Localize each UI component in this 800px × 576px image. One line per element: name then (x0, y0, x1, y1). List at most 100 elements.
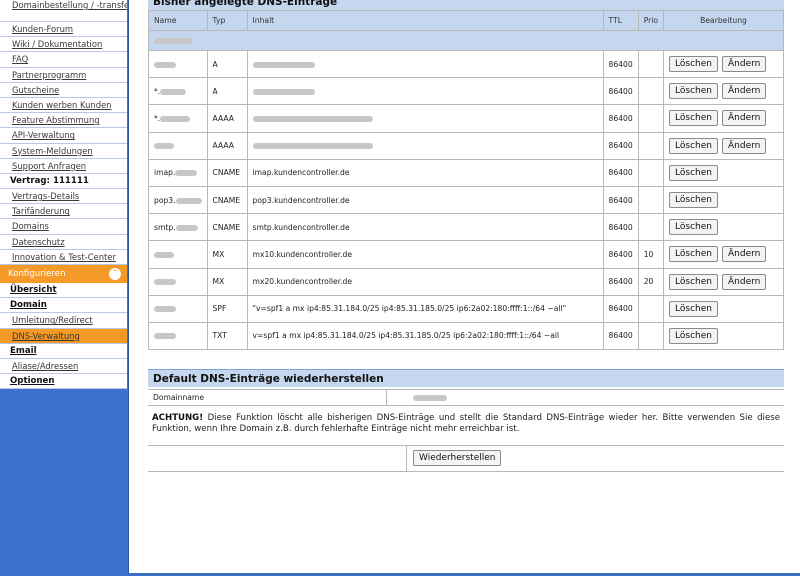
delete-button[interactable]: Löschen (669, 56, 718, 73)
sidebar-item-domain-order[interactable]: Domainbestellung / -transfer (0, 0, 127, 22)
sidebar-item-forum[interactable]: Kunden-Forum (0, 22, 127, 38)
sidebar-item-faq[interactable]: FAQ (0, 52, 127, 68)
edit-button[interactable]: Ändern (722, 137, 767, 154)
record-ttl-text: 86400 (608, 331, 633, 341)
record-actions: Löschen Ändern (663, 240, 784, 269)
col-content-header: Inhalt (246, 10, 604, 31)
sidebar-item-referral[interactable]: Kunden werben Kunden (0, 98, 127, 114)
sidebar-item-support[interactable]: Support Anfragen (0, 159, 127, 174)
delete-button[interactable]: Löschen (669, 219, 718, 236)
dns-table: Name Typ Inhalt TTL Prio Bearbeitung A 86… (148, 10, 784, 351)
record-prio (637, 321, 665, 351)
sidebar-item-contract-details[interactable]: Vertrags-Details (0, 189, 127, 205)
table-row: smtp. CNAME smtp.kundencontroller.de 86400 L… (148, 213, 784, 242)
sidebar-item-privacy[interactable]: Datenschutz (0, 235, 127, 250)
sidebar-item-innovation[interactable]: Innovation & Test-Center (0, 250, 127, 265)
edit-button[interactable]: Ändern (722, 273, 767, 290)
restore-button[interactable]: Wiederherstellen (413, 450, 502, 466)
delete-button[interactable]: Löschen (669, 246, 718, 263)
sidebar-item-aliases[interactable]: Aliase/Adressen (0, 359, 127, 375)
record-ttl-text: 86400 (608, 86, 633, 96)
sidebar-item-partner[interactable]: Partnerprogramm (0, 68, 127, 83)
table-row: pop3. CNAME pop3.kundencontroller.de 86400 L… (148, 185, 784, 215)
table-row: TXT v=spf1 a mx ip4:85.31.184.0/25 ip4:85… (148, 321, 784, 351)
delete-button[interactable]: Löschen (669, 192, 718, 209)
table-row: MX mx20.kundencontroller.de 86400 20 Löschen… (148, 267, 784, 296)
delete-button[interactable]: Löschen (669, 327, 718, 344)
delete-button[interactable]: Löschen (669, 300, 718, 317)
redacted-record-content (252, 143, 373, 150)
table-row: MX mx10.kundencontroller.de 86400 10 Löschen… (148, 240, 784, 269)
record-content: mx20.kundencontroller.de (246, 267, 604, 296)
delete-button[interactable]: Löschen (669, 83, 718, 100)
record-type: MX (206, 267, 248, 296)
record-type-text: AAAA (212, 141, 234, 151)
edit-button[interactable]: Ändern (722, 246, 767, 263)
record-content: smtp.kundencontroller.de (246, 213, 604, 242)
delete-button[interactable]: Löschen (669, 110, 718, 127)
sidebar-item-domains[interactable]: Domains (0, 219, 127, 235)
table-row: SPF "v=spf1 a mx ip4:85.31.184.0/25 ip4:8… (148, 294, 784, 323)
sidebar-item-dns[interactable]: DNS-Verwaltung (0, 328, 127, 344)
col-type-header: Typ (206, 10, 248, 31)
redacted-domain (154, 38, 192, 44)
redacted-record-content (252, 115, 373, 122)
table-row: AAAA 86400 Löschen Ändern (148, 131, 784, 160)
record-content-text: mx20.kundencontroller.de (252, 277, 353, 287)
record-prio (637, 49, 665, 79)
redacted-record-name (160, 115, 191, 122)
restore-button-row: Wiederherstellen (148, 445, 784, 472)
edit-button[interactable]: Ändern (722, 83, 767, 100)
record-ttl: 86400 (602, 185, 639, 215)
sidebar-item-vouchers[interactable]: Gutscheine (0, 83, 127, 98)
record-ttl: 86400 (602, 213, 639, 242)
edit-button[interactable]: Ändern (722, 56, 767, 73)
sidebar-item-options[interactable]: Optionen (0, 374, 127, 390)
record-type-text: AAAA (212, 113, 234, 123)
sidebar-item-email[interactable]: Email (0, 344, 127, 359)
sidebar-item-api[interactable]: API-Verwaltung (0, 128, 127, 144)
record-prio (637, 131, 665, 160)
record-name-cell (148, 267, 208, 296)
record-prio (637, 77, 665, 106)
sidebar-item-overview[interactable]: Übersicht (0, 283, 127, 299)
sidebar-item-wiki[interactable]: Wiki / Dokumentation (0, 37, 127, 53)
sidebar-item-tariff[interactable]: Tarifänderung (0, 204, 127, 220)
delete-button[interactable]: Löschen (669, 137, 718, 154)
record-type-text: CNAME (212, 195, 241, 205)
sidebar-item-domain[interactable]: Domain (0, 298, 127, 314)
table-row: A 86400 Löschen Ändern (148, 49, 784, 79)
record-actions: Löschen Ändern (663, 77, 784, 106)
sidebar-item-system-messages[interactable]: System-Meldungen (0, 144, 127, 159)
record-type: SPF (206, 294, 248, 323)
record-name-cell (148, 49, 208, 79)
record-type-text: CNAME (212, 168, 241, 178)
record-type-text: A (212, 59, 218, 69)
delete-button[interactable]: Löschen (669, 273, 718, 290)
sidebar-item-redirect[interactable]: Umleitung/Redirect (0, 313, 127, 329)
col-name-header: Name (148, 10, 208, 31)
record-ttl: 86400 (602, 49, 639, 79)
record-type: CNAME (206, 185, 248, 215)
col-prio-header: Prio (637, 10, 665, 31)
record-ttl: 86400 (602, 131, 639, 160)
record-name: smtp. (154, 222, 176, 232)
collapse-icon[interactable]: ˆ (109, 268, 121, 280)
configure-heading[interactable]: Konfigurieren ˆ (0, 265, 127, 283)
record-actions: Löschen Ändern (663, 49, 784, 79)
delete-button[interactable]: Löschen (669, 164, 718, 181)
record-prio (637, 294, 665, 323)
record-name-cell: *. (148, 104, 208, 133)
record-type: CNAME (206, 158, 248, 187)
record-type-text: SPF (212, 304, 227, 314)
edit-button[interactable]: Ändern (722, 110, 767, 127)
sidebar-item-feature-vote[interactable]: Feature Abstimmung (0, 113, 127, 129)
record-type: A (206, 49, 248, 79)
redacted-record-content (252, 61, 315, 68)
record-ttl: 86400 (602, 158, 639, 187)
record-content (246, 77, 604, 106)
record-content-text: pop3.kundencontroller.de (252, 195, 350, 205)
redacted-record-name (160, 88, 187, 95)
warning-text: Diese Funktion löscht alle bisherigen DN… (152, 413, 780, 434)
record-ttl-text: 86400 (608, 277, 633, 287)
